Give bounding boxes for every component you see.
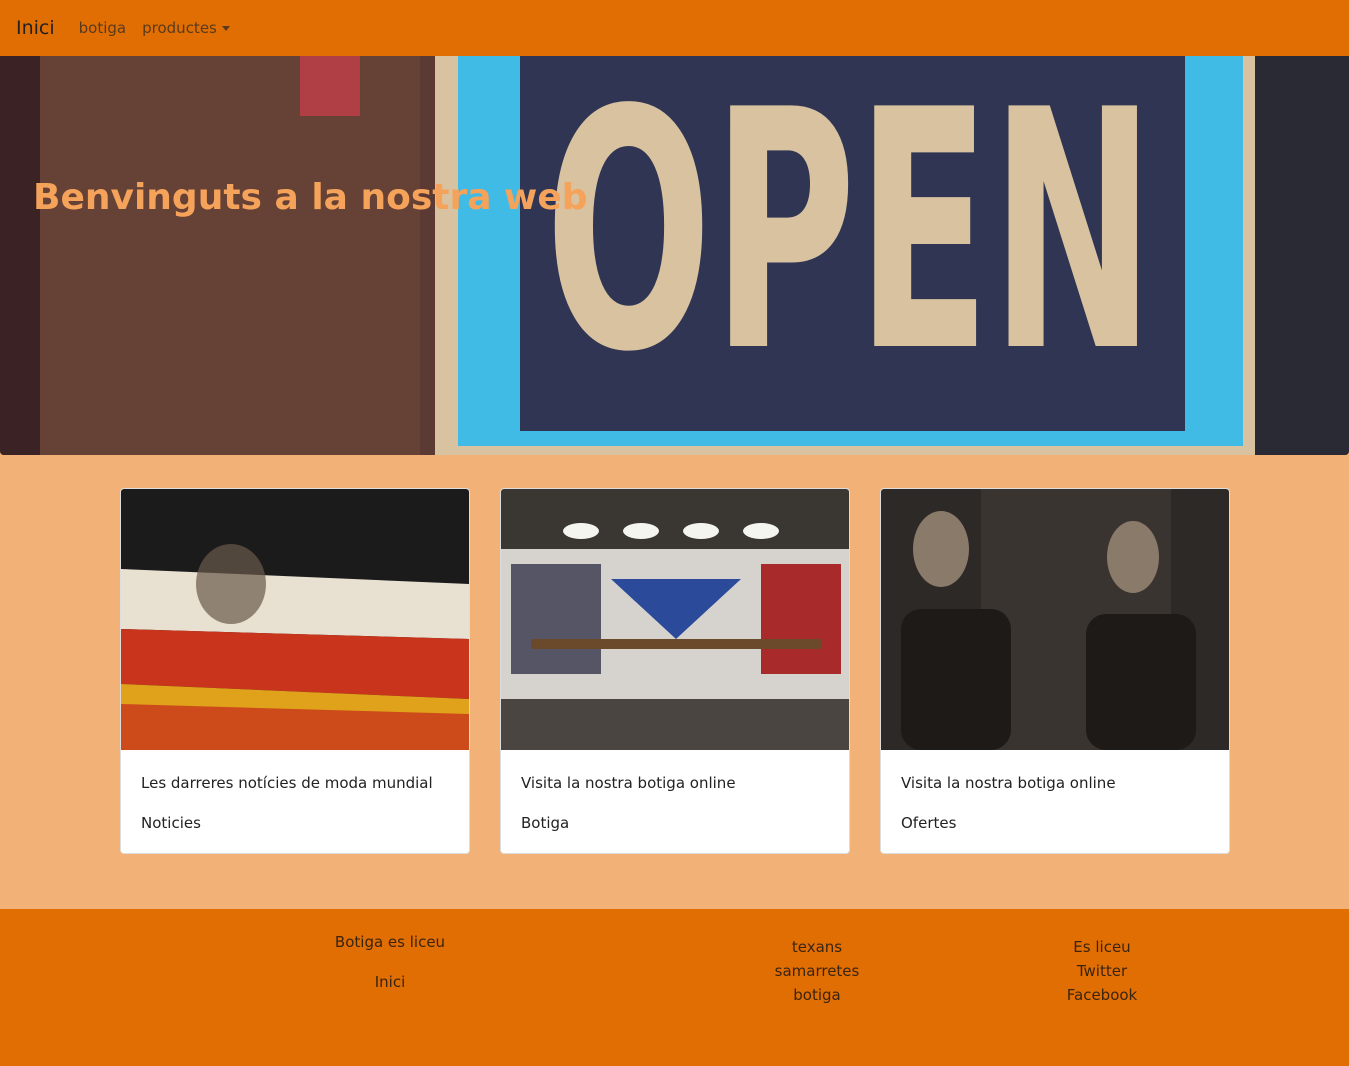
page-title: Benvinguts a la nostra web <box>33 177 588 218</box>
brand-link[interactable]: Inici <box>16 17 55 39</box>
footer-link-botiga[interactable]: botiga <box>757 986 877 1004</box>
clothing-store-image <box>501 489 849 750</box>
hero-open-sign-image: OPEN <box>0 56 1349 455</box>
card-text: Visita la nostra botiga online <box>521 774 736 792</box>
footer: Botiga es liceu Inici texans samarretes … <box>0 909 1349 1066</box>
footer-link-inici[interactable]: Inici <box>330 973 450 991</box>
card-link-ofertes[interactable]: Ofertes <box>901 814 956 832</box>
footer-link-samarretes[interactable]: samarretes <box>757 962 877 980</box>
card-noticies: Les darreres notícies de moda mundial No… <box>120 488 470 854</box>
card-link-noticies[interactable]: Noticies <box>141 814 201 832</box>
hero-banner: OPEN Benvinguts a la nostra web <box>0 56 1349 455</box>
navbar: Inici botiga productes <box>0 0 1349 56</box>
footer-link-es-liceu[interactable]: Es liceu <box>1042 938 1162 956</box>
footer-link-facebook[interactable]: Facebook <box>1042 986 1162 1004</box>
nav-dropdown-label: productes <box>142 19 217 37</box>
card-ofertes: Visita la nostra botiga online Ofertes <box>880 488 1230 854</box>
footer-link-texans[interactable]: texans <box>757 938 877 956</box>
nav-dropdown-productes[interactable]: productes <box>142 19 230 37</box>
footer-site-title: Botiga es liceu <box>334 933 446 951</box>
chevron-down-icon <box>221 25 230 31</box>
vogue-magazines-image <box>121 489 469 750</box>
nav-link-botiga[interactable]: botiga <box>79 19 126 37</box>
card-link-botiga[interactable]: Botiga <box>521 814 569 832</box>
card-text: Les darreres notícies de moda mundial <box>141 774 433 792</box>
sale-mannequins-image <box>881 489 1229 750</box>
card-botiga: Visita la nostra botiga online Botiga <box>500 488 850 854</box>
card-text: Visita la nostra botiga online <box>901 774 1116 792</box>
footer-link-twitter[interactable]: Twitter <box>1042 962 1162 980</box>
hero-sign-text: OPEN <box>545 56 1155 424</box>
